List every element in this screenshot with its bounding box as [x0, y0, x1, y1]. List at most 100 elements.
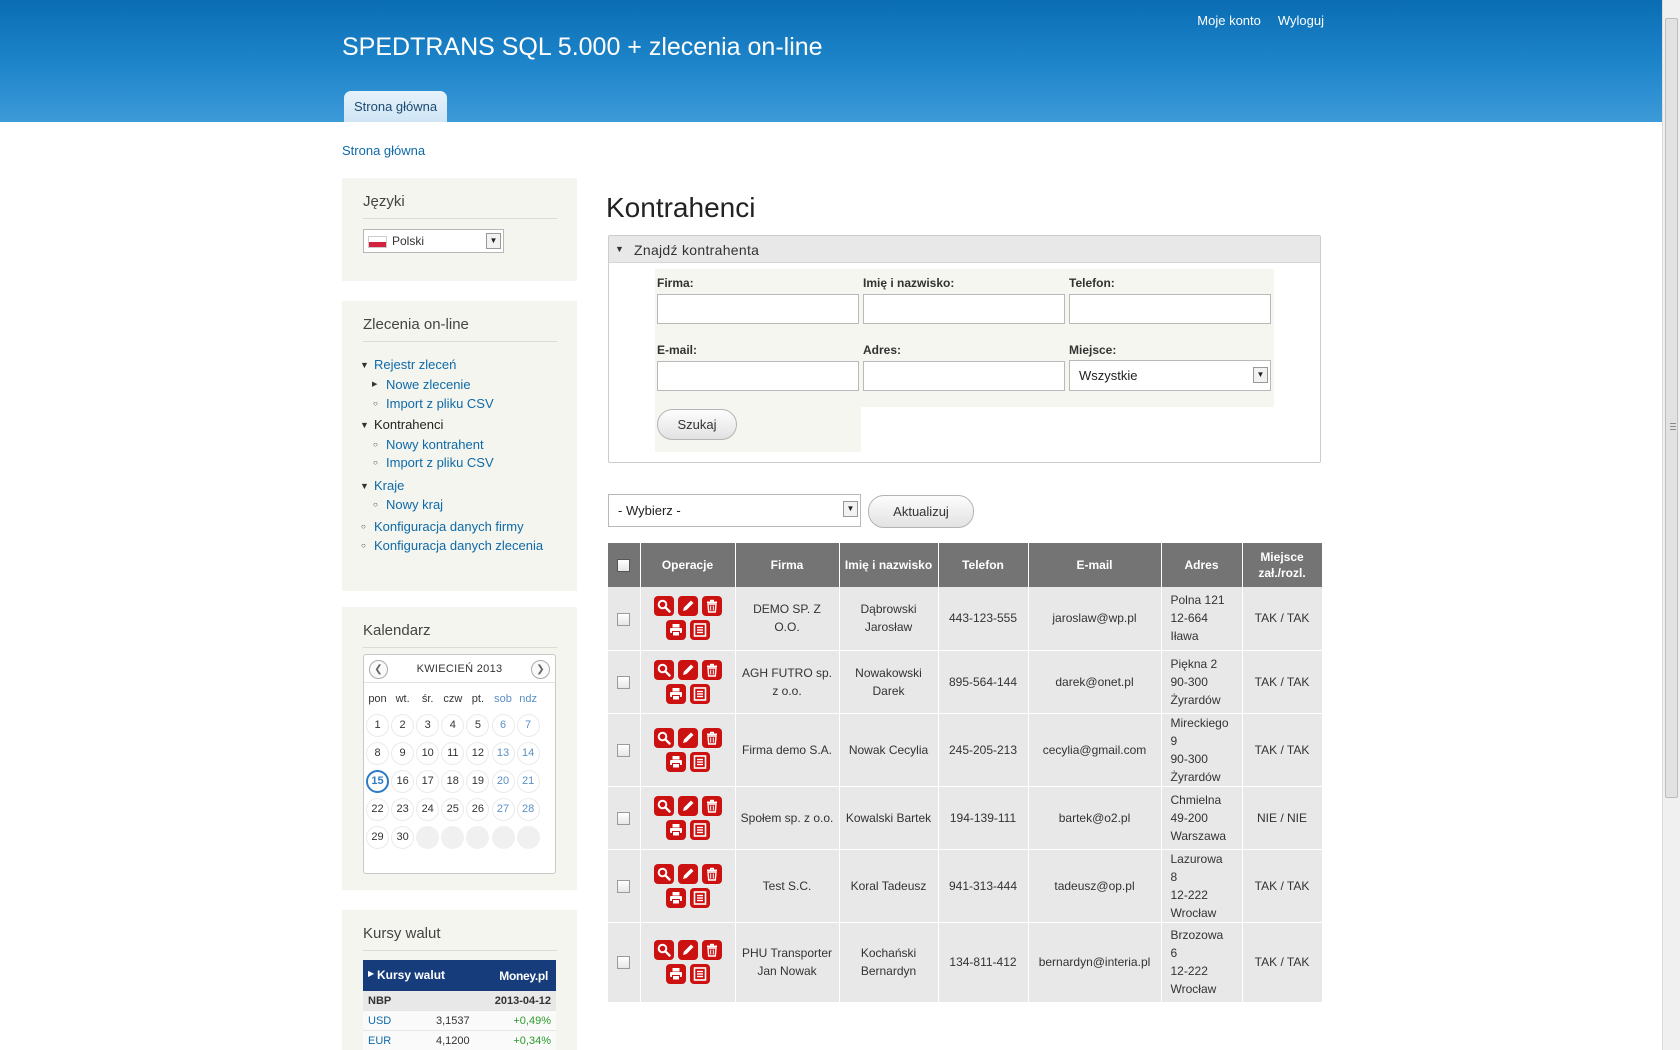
- calendar-day[interactable]: 4: [441, 714, 465, 737]
- calendar-day[interactable]: 25: [441, 798, 465, 821]
- edit-icon[interactable]: [677, 863, 698, 884]
- calendar-day[interactable]: 18: [441, 770, 465, 793]
- chevron-down-icon[interactable]: ▼: [486, 233, 501, 249]
- column-email[interactable]: E-mail: [1028, 543, 1162, 587]
- column-place[interactable]: Miejsce zał./rozl.: [1242, 543, 1323, 587]
- delete-icon[interactable]: [701, 659, 722, 680]
- calendar-day[interactable]: 7: [516, 714, 540, 737]
- email-input[interactable]: [657, 361, 859, 391]
- calendar-day[interactable]: 3: [416, 714, 440, 737]
- search-icon[interactable]: [653, 940, 674, 960]
- calendar-day[interactable]: 13: [491, 742, 515, 765]
- row-checkbox[interactable]: [617, 675, 631, 689]
- calendar-day[interactable]: 20: [491, 770, 515, 793]
- row-checkbox[interactable]: [617, 879, 631, 893]
- delete-icon[interactable]: [701, 940, 722, 960]
- document-icon[interactable]: [689, 887, 710, 908]
- column-name[interactable]: Imię i nazwisko: [839, 543, 939, 587]
- menu-item[interactable]: ○ Import z pliku CSV: [360, 453, 565, 476]
- calendar-day[interactable]: 10: [416, 742, 440, 765]
- menu-item[interactable]: ○ Nowy kraj: [360, 495, 565, 517]
- calendar-day[interactable]: 23: [391, 798, 415, 821]
- breadcrumb[interactable]: Strona główna: [342, 143, 425, 158]
- menu-item[interactable]: ▼ Kraje: [360, 476, 565, 495]
- currency-code[interactable]: EUR: [368, 1031, 391, 1050]
- calendar-day[interactable]: 19: [466, 770, 490, 793]
- calendar-day[interactable]: 30: [391, 826, 415, 849]
- calendar-day[interactable]: 2: [391, 714, 415, 737]
- calendar-day-today[interactable]: 15: [366, 770, 389, 793]
- column-company[interactable]: Firma: [735, 543, 840, 587]
- search-icon[interactable]: [653, 659, 674, 680]
- menu-item[interactable]: ▼ Rejestr zleceń: [360, 355, 565, 375]
- my-account-link[interactable]: Moje konto: [1197, 13, 1261, 28]
- company-input[interactable]: [657, 294, 859, 324]
- menu-item[interactable]: ○ Konfiguracja danych zlecenia: [360, 536, 565, 555]
- calendar-day[interactable]: 5: [466, 714, 490, 737]
- calendar-day[interactable]: 12: [466, 742, 490, 765]
- chevron-down-icon[interactable]: ▼: [1253, 367, 1268, 383]
- site-title[interactable]: SPEDTRANS SQL 5.000 + zlecenia on-line: [342, 33, 823, 62]
- delete-icon[interactable]: [701, 795, 722, 816]
- column-address[interactable]: Adres: [1161, 543, 1243, 587]
- menu-item-label[interactable]: Konfiguracja danych firmy: [374, 517, 524, 537]
- print-icon[interactable]: [665, 964, 686, 984]
- menu-item-label[interactable]: Nowe zlecenie: [386, 375, 471, 395]
- edit-icon[interactable]: [677, 596, 698, 617]
- delete-icon[interactable]: [701, 596, 722, 617]
- print-icon[interactable]: [665, 751, 686, 772]
- menu-item-label[interactable]: Nowy kontrahent: [386, 435, 484, 455]
- edit-icon[interactable]: [677, 659, 698, 680]
- row-checkbox[interactable]: [617, 743, 631, 757]
- menu-item[interactable]: ○ Nowy kontrahent: [360, 435, 565, 453]
- search-contractor-legend[interactable]: ▼ Znajdź kontrahenta: [609, 236, 1320, 263]
- delete-icon[interactable]: [701, 863, 722, 884]
- calendar-day[interactable]: 22: [366, 798, 389, 821]
- search-icon[interactable]: [653, 727, 674, 748]
- place-select[interactable]: Wszystkie ▼: [1069, 360, 1271, 391]
- menu-item-label[interactable]: Konfiguracja danych zlecenia: [374, 536, 543, 556]
- update-button[interactable]: Aktualizuj: [868, 495, 974, 528]
- document-icon[interactable]: [689, 683, 710, 704]
- calendar-day[interactable]: 11: [441, 742, 465, 765]
- search-icon[interactable]: [653, 795, 674, 816]
- name-input[interactable]: [863, 294, 1065, 324]
- column-phone[interactable]: Telefon: [938, 543, 1029, 587]
- calendar-day[interactable]: 1: [366, 714, 389, 737]
- calendar-day[interactable]: 17: [416, 770, 440, 793]
- calendar-day[interactable]: 8: [366, 742, 389, 765]
- menu-item[interactable]: ○ Import z pliku CSV: [360, 394, 565, 415]
- address-input[interactable]: [863, 361, 1065, 391]
- print-icon[interactable]: [665, 887, 686, 908]
- search-button[interactable]: Szukaj: [657, 409, 737, 440]
- calendar-day[interactable]: 9: [391, 742, 415, 765]
- calendar-day[interactable]: 27: [491, 798, 515, 821]
- row-checkbox[interactable]: [617, 612, 631, 626]
- calendar-day[interactable]: 21: [516, 770, 540, 793]
- calendar-day[interactable]: 28: [516, 798, 540, 821]
- money-pl-logo[interactable]: Money.pl: [499, 969, 548, 983]
- print-icon[interactable]: [665, 819, 686, 840]
- edit-icon[interactable]: [677, 795, 698, 816]
- menu-item-label[interactable]: Import z pliku CSV: [386, 453, 494, 473]
- menu-item-label[interactable]: Kraje: [374, 476, 404, 496]
- edit-icon[interactable]: [677, 940, 698, 960]
- language-select[interactable]: Polski ▼: [363, 229, 504, 253]
- calendar-day[interactable]: 14: [516, 742, 540, 765]
- chevron-down-icon[interactable]: ▼: [843, 501, 858, 517]
- currency-code[interactable]: USD: [368, 1011, 391, 1031]
- exchange-rates-widget-title[interactable]: Kursy walut: [377, 968, 445, 982]
- document-icon[interactable]: [689, 620, 710, 641]
- row-checkbox[interactable]: [617, 811, 631, 825]
- calendar-day[interactable]: 24: [416, 798, 440, 821]
- search-icon[interactable]: [653, 596, 674, 617]
- print-icon[interactable]: [665, 620, 686, 641]
- calendar-day[interactable]: 26: [466, 798, 490, 821]
- logout-link[interactable]: Wyloguj: [1278, 13, 1324, 28]
- document-icon[interactable]: [689, 751, 710, 772]
- search-icon[interactable]: [653, 863, 674, 884]
- select-all-checkbox[interactable]: [617, 559, 631, 573]
- menu-item[interactable]: ○ Konfiguracja danych firmy: [360, 517, 565, 536]
- delete-icon[interactable]: [701, 727, 722, 748]
- bulk-action-select[interactable]: - Wybierz - ▼: [608, 494, 861, 527]
